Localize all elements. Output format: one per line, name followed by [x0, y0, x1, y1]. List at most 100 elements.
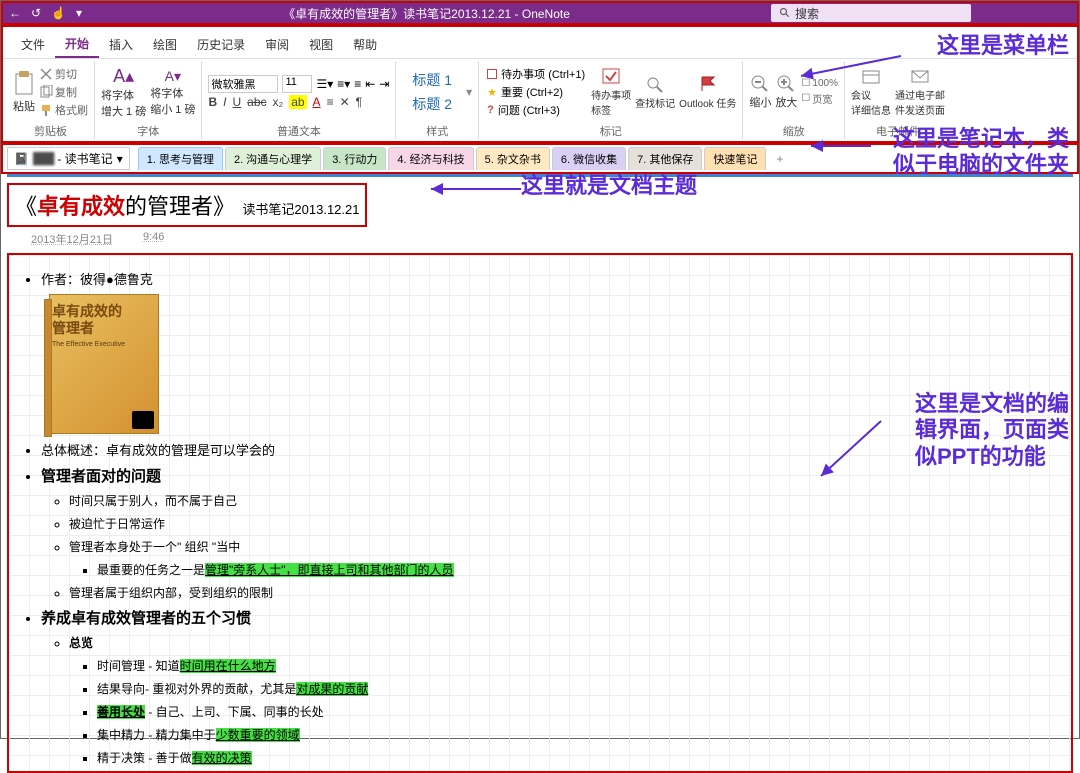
back-icon[interactable]: ← — [9, 6, 21, 20]
menu-insert[interactable]: 插入 — [99, 32, 143, 57]
bold-button[interactable]: B — [208, 95, 217, 109]
page-title: 《卓有成效的管理者》 — [15, 194, 235, 219]
menu-review[interactable]: 审阅 — [255, 32, 299, 57]
section-tab-5[interactable]: 5. 杂文杂书 — [476, 147, 550, 170]
zoom-out-button[interactable]: 缩小 — [749, 74, 771, 110]
search-box[interactable]: 搜索 — [771, 4, 971, 22]
list-item[interactable]: 集中精力 - 精力集中于少数重要的领域 — [97, 726, 1051, 743]
editor-area[interactable]: 作者：彼得●德鲁克 卓有成效的 管理者 The Effective Execut… — [7, 253, 1073, 773]
underline-button[interactable]: U — [232, 95, 241, 109]
li-pre: 结果导向- 重视对外界的贡献，尤其是 — [97, 682, 296, 696]
page-date-line: 2013年12月21日 9:46 — [31, 231, 1079, 247]
summary-line[interactable]: 总体概述：卓有成效的管理是可以学会的 — [41, 440, 1051, 459]
heading-1[interactable]: 管理者面对的问题 — [41, 465, 1051, 486]
li-hl: 善用长处 — [97, 705, 145, 719]
tag-todo[interactable]: 待办事项 (Ctrl+1) — [487, 66, 585, 82]
menu-help[interactable]: 帮助 — [343, 32, 387, 57]
book-cover-image[interactable]: 卓有成效的 管理者 The Effective Executive — [49, 294, 159, 434]
undo-icon[interactable]: ↺ — [31, 6, 41, 20]
quick-access[interactable]: ← ↺ ☝ ▾ — [9, 6, 82, 20]
page-title-block[interactable]: 《卓有成效的管理者》 读书笔记2013.12.21 — [7, 183, 367, 227]
style-heading1[interactable]: 标题 1 — [412, 68, 452, 92]
page-width-button[interactable]: ☐页宽 — [801, 91, 838, 106]
todo-tag-label: 待办事项 标签 — [591, 87, 631, 117]
meeting-label: 会议 详细信息 — [851, 87, 891, 117]
page-title-rest: 的管理者 — [125, 194, 213, 219]
paste-button[interactable]: 粘贴 — [13, 70, 35, 114]
tag-important[interactable]: ★重要 (Ctrl+2) — [487, 84, 585, 100]
font-shrink-button[interactable]: A▾将字体 缩小 1 磅 — [150, 68, 195, 117]
align-icon[interactable]: ≡ — [354, 77, 361, 91]
outdent-icon[interactable]: ⇤ — [365, 77, 375, 91]
align-left-icon[interactable]: ≡ — [327, 95, 334, 109]
notebook-selector[interactable]: 📓 ███ - 读书笔记 ▾ — [7, 147, 130, 170]
paste-icon — [13, 70, 35, 96]
list-item[interactable]: 善用长处 - 自己、上司、下属、同事的长处 — [97, 703, 1051, 720]
touch-icon[interactable]: ☝ — [51, 6, 66, 20]
annotation-menu: 这里是菜单栏 — [937, 33, 1069, 59]
send-email-button[interactable]: 通过电子邮 件发送页面 — [895, 67, 945, 117]
indent-icon[interactable]: ⇥ — [379, 77, 389, 91]
notebook-name-label: - 读书笔记 — [57, 150, 112, 167]
numbering-icon[interactable]: ≡▾ — [337, 77, 350, 91]
group-fontsize: A▴将字体 增大 1 磅 A▾将字体 缩小 1 磅 字体 — [95, 61, 202, 139]
font-enlarge-button[interactable]: A▴将字体 增大 1 磅 — [101, 66, 146, 119]
menu-home[interactable]: 开始 — [55, 31, 99, 58]
section-tab-1[interactable]: 1. 思考与管理 — [138, 147, 223, 170]
menu-file[interactable]: 文件 — [11, 32, 55, 57]
strike-button[interactable]: abc — [247, 95, 266, 109]
book-cover-badge — [132, 411, 154, 429]
heading-2[interactable]: 养成卓有成效管理者的五个习惯 — [41, 607, 1051, 628]
italic-button[interactable]: I — [223, 95, 226, 109]
font-color-button[interactable]: A — [313, 95, 321, 109]
zoom-in-button[interactable]: 放大 — [775, 74, 797, 110]
page-title-suffix: 读书笔记2013.12.21 — [242, 202, 359, 217]
add-section-button[interactable]: + — [768, 149, 791, 169]
section-tab-7[interactable]: 7. 其他保存 — [628, 147, 702, 170]
menu-view[interactable]: 视图 — [299, 32, 343, 57]
question-icon: ? — [487, 104, 494, 116]
section-tab-4[interactable]: 4. 经济与科技 — [388, 147, 473, 170]
copy-button[interactable]: 复制 — [39, 84, 88, 100]
list-item[interactable]: 时间管理 - 知道时间用在什么地方 — [97, 657, 1051, 674]
brush-icon — [39, 103, 53, 117]
annotation-notebook: 这里是笔记本，类 似于电脑的文件夹 — [893, 126, 1069, 179]
tag-important-label: 重要 (Ctrl+2) — [501, 84, 563, 100]
find-tags-button[interactable]: 查找标记 — [635, 75, 675, 110]
list-item[interactable]: 管理者本身处于一个" 组织 "当中 — [69, 538, 1051, 555]
book-cover-subtitle: The Effective Executive — [52, 341, 156, 348]
menu-history[interactable]: 历史记录 — [187, 32, 255, 57]
section-tab-6[interactable]: 6. 微信收集 — [552, 147, 626, 170]
mail-icon — [910, 67, 930, 85]
section-tab-3[interactable]: 3. 行动力 — [323, 147, 386, 170]
format-painter-button[interactable]: 格式刷 — [39, 102, 88, 118]
cut-button[interactable]: 剪切 — [39, 66, 88, 82]
tag-question[interactable]: ?问题 (Ctrl+3) — [487, 102, 585, 118]
styles-more-icon[interactable]: ▾ — [466, 85, 472, 99]
font-group-label: 字体 — [137, 121, 159, 139]
list-item[interactable]: 最重要的任务之一是管理"旁系人士"，即直接上司和其他部门的人员 — [97, 561, 1051, 578]
clear-format-icon[interactable]: ✕ — [340, 95, 350, 109]
list-item[interactable]: 管理者属于组织内部，受到组织的限制 — [69, 584, 1051, 601]
style-heading2[interactable]: 标题 2 — [412, 92, 452, 116]
flag-icon — [698, 75, 718, 93]
bullets-icon[interactable]: ☰▾ — [316, 77, 333, 91]
section-tab-2[interactable]: 2. 沟通与心理学 — [225, 147, 321, 170]
paragraph-icon[interactable]: ¶ — [356, 95, 362, 109]
chevron-down-icon: ▾ — [117, 152, 123, 166]
todo-tag-button[interactable]: 待办事项 标签 — [591, 67, 631, 117]
overview-label[interactable]: 总览 — [69, 634, 1051, 651]
section-tab-8[interactable]: 快速笔记 — [704, 147, 766, 170]
list-item[interactable]: 被迫忙于日常运作 — [69, 515, 1051, 532]
list-item[interactable]: 结果导向- 重视对外界的贡献，尤其是对成果的贡献 — [97, 680, 1051, 697]
menu-draw[interactable]: 绘图 — [143, 32, 187, 57]
find-tags-label: 查找标记 — [635, 95, 675, 110]
list-item[interactable]: 时间只属于别人，而不属于自己 — [69, 492, 1051, 509]
subscript-button[interactable]: x₂ — [273, 95, 284, 109]
outlook-tasks-button[interactable]: Outlook 任务 — [679, 75, 736, 110]
highlight-button[interactable]: ab — [289, 95, 306, 109]
list-item[interactable]: 精于决策 - 善于做有效的决策 — [97, 749, 1051, 766]
author-line[interactable]: 作者：彼得●德鲁克 — [41, 269, 1051, 288]
font-size-select[interactable]: 11 — [282, 75, 312, 93]
font-name-select[interactable]: 微软雅黑 — [208, 75, 278, 93]
